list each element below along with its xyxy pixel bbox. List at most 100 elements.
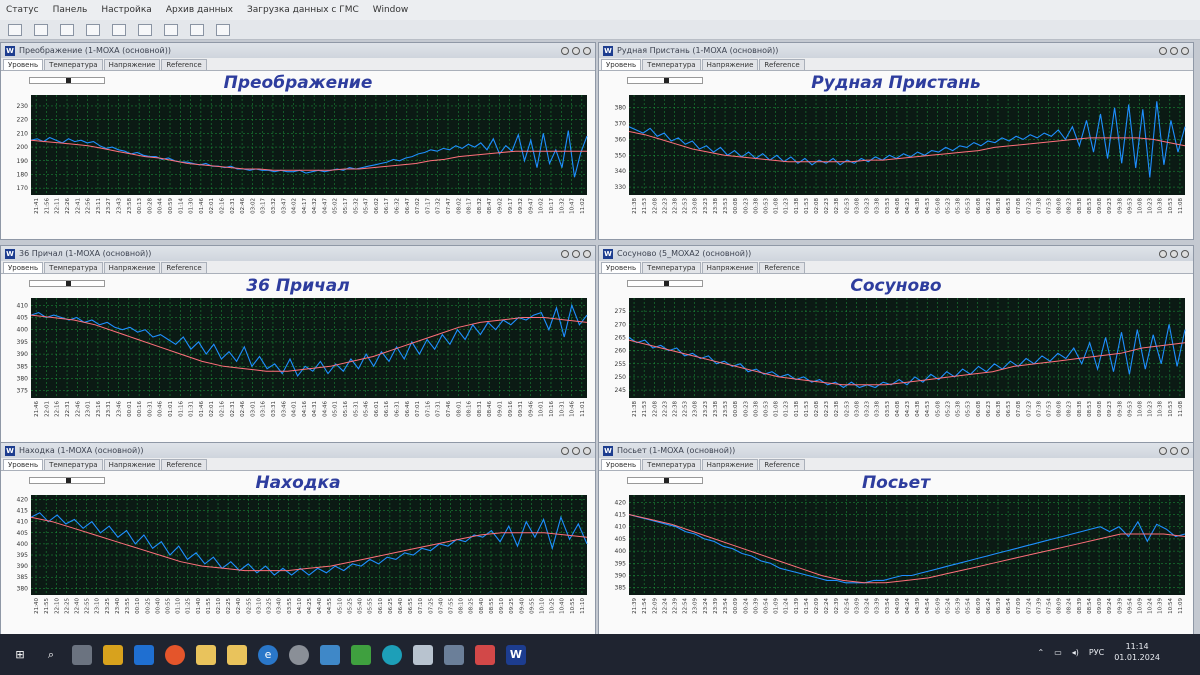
level-chart[interactable]: 21:46 22:01 22:16 22:31 22:46 23:01 23:16 23:31… [5, 298, 593, 442]
toolbar-window-icon[interactable] [34, 23, 48, 36]
app-icon[interactable] [475, 644, 495, 665]
station-window-prichal36[interactable]: W 36 Причал (1-MOXA (основной)) Уровень Тем… [0, 245, 596, 443]
close-icon[interactable] [583, 46, 591, 55]
tab-temperature[interactable]: Температура [642, 262, 701, 273]
tab-reference[interactable]: Reference [759, 262, 805, 273]
tab-level[interactable]: Уровень [601, 459, 642, 470]
restore-icon[interactable] [1170, 46, 1178, 55]
chevron-up-icon[interactable]: ⌃ [1037, 648, 1044, 657]
tab-voltage[interactable]: Напряжение [701, 459, 759, 470]
tab-level[interactable]: Уровень [3, 59, 44, 70]
window-titlebar[interactable]: W Преображение (1-MOXA (основной)) [1, 43, 595, 58]
tab-reference[interactable]: Reference [759, 459, 805, 470]
station-window-rudnaya[interactable]: W Рудная Пристань (1-MOXA (основной)) Уров… [598, 42, 1194, 240]
notes-icon[interactable] [196, 644, 216, 665]
tab-voltage[interactable]: Напряжение [701, 262, 759, 273]
app-icon[interactable] [320, 644, 340, 665]
menu-item-load-gms[interactable]: Загрузка данных с ГМС [247, 5, 359, 15]
level-chart[interactable]: 21:38 21:53 22:08 22:23 22:38 22:53 23:08 23:23… [603, 298, 1191, 442]
restore-icon[interactable] [572, 46, 580, 55]
restore-icon[interactable] [572, 446, 580, 455]
tab-voltage[interactable]: Напряжение [103, 459, 161, 470]
internet-explorer-icon[interactable]: e [258, 644, 278, 665]
tab-temperature[interactable]: Температура [44, 459, 103, 470]
tab-reference[interactable]: Reference [161, 262, 207, 273]
tab-temperature[interactable]: Температура [642, 459, 701, 470]
station-window-sosunovo[interactable]: W Сосуново (5_MOXA2 (основной)) Уровень Тем… [598, 245, 1194, 443]
toolbar-window-icon[interactable] [138, 23, 152, 36]
restore-icon[interactable] [1170, 446, 1178, 455]
tab-level[interactable]: Уровень [3, 262, 44, 273]
app-icon[interactable] [289, 644, 309, 665]
app-icon[interactable] [72, 644, 92, 665]
clock[interactable]: 11:14 01.01.2024 [1114, 641, 1160, 663]
close-icon[interactable] [1181, 249, 1189, 258]
window-titlebar[interactable]: W 36 Причал (1-MOXA (основной)) [1, 246, 595, 261]
x-tick-label: 09:55 [529, 598, 535, 614]
minimize-icon[interactable] [561, 249, 569, 258]
tab-voltage[interactable]: Напряжение [701, 59, 759, 70]
toolbar-window-icon[interactable] [112, 23, 126, 36]
restore-icon[interactable] [572, 249, 580, 258]
outlook-icon[interactable] [134, 644, 154, 665]
level-chart[interactable]: 21:40 21:55 22:10 22:25 22:40 22:55 23:10 23:25… [5, 495, 593, 639]
tab-temperature[interactable]: Температура [44, 262, 103, 273]
toolbar-window-icon[interactable] [86, 23, 100, 36]
close-icon[interactable] [583, 249, 591, 258]
minimize-icon[interactable] [1159, 46, 1167, 55]
tab-reference[interactable]: Reference [161, 59, 207, 70]
tab-voltage[interactable]: Напряжение [103, 59, 161, 70]
app-icon[interactable] [413, 644, 433, 665]
close-icon[interactable] [1181, 46, 1189, 55]
tab-temperature[interactable]: Температура [44, 59, 103, 70]
x-tick-label: 01:38 [794, 198, 800, 214]
app-icon[interactable] [103, 644, 123, 665]
minimize-icon[interactable] [561, 46, 569, 55]
menu-item-archive[interactable]: Архив данных [166, 5, 233, 15]
tab-temperature[interactable]: Температура [642, 59, 701, 70]
toolbar-new-icon[interactable] [8, 23, 22, 36]
w-app-icon[interactable]: W [506, 644, 526, 665]
tab-level[interactable]: Уровень [3, 459, 44, 470]
toolbar-window-icon[interactable] [190, 23, 204, 36]
tab-reference[interactable]: Reference [759, 59, 805, 70]
station-window-posyet[interactable]: W Посьет (1-MOXA (основной)) Уровень Темпер… [598, 442, 1194, 640]
tab-level[interactable]: Уровень [601, 262, 642, 273]
level-chart[interactable]: 21:39 21:54 22:09 22:24 22:39 22:54 23:09 23:24… [603, 495, 1191, 639]
network-icon[interactable]: ▭ [1054, 648, 1062, 657]
level-chart[interactable]: 21:38 21:53 22:08 22:23 22:38 22:53 23:08 23:23… [603, 95, 1191, 239]
edge-icon[interactable] [382, 644, 402, 665]
windows-start-icon[interactable]: ⊞ [10, 645, 30, 665]
menu-item-window[interactable]: Window [373, 5, 409, 15]
restore-icon[interactable] [1170, 249, 1178, 258]
close-icon[interactable] [1181, 446, 1189, 455]
station-window-nakhodka[interactable]: W Находка (1-MOXA (основной)) Уровень Темпе… [0, 442, 596, 640]
close-icon[interactable] [583, 446, 591, 455]
minimize-icon[interactable] [1159, 446, 1167, 455]
firefox-icon[interactable] [165, 644, 185, 665]
window-titlebar[interactable]: W Сосуново (5_MOXA2 (основной)) [599, 246, 1193, 261]
window-titlebar[interactable]: W Находка (1-MOXA (основной)) [1, 443, 595, 458]
app-icon[interactable] [444, 644, 464, 665]
toolbar-window-icon[interactable] [60, 23, 74, 36]
level-chart[interactable]: 21:41 21:56 22:11 22:26 22:41 22:56 23:11 23:27… [5, 95, 593, 239]
notes-icon[interactable] [227, 644, 247, 665]
tab-voltage[interactable]: Напряжение [103, 262, 161, 273]
tab-reference[interactable]: Reference [161, 459, 207, 470]
menu-item-panel[interactable]: Панель [53, 5, 88, 15]
menu-item-status[interactable]: Статус [6, 5, 39, 15]
tab-level[interactable]: Уровень [601, 59, 642, 70]
minimize-icon[interactable] [1159, 249, 1167, 258]
station-window-preobrazhenie[interactable]: W Преображение (1-MOXA (основной)) Уровень… [0, 42, 596, 240]
menu-item-settings[interactable]: Настройка [101, 5, 152, 15]
toolbar-window-icon[interactable] [216, 23, 230, 36]
toolbar-window-icon[interactable] [164, 23, 178, 36]
volume-icon[interactable]: ◂) [1072, 648, 1079, 657]
x-tick-label: 08:47 [487, 198, 493, 214]
search-icon[interactable]: ⌕ [41, 645, 61, 665]
language-indicator[interactable]: РУС [1089, 648, 1104, 657]
app-icon[interactable] [351, 644, 371, 665]
window-titlebar[interactable]: W Рудная Пристань (1-MOXA (основной)) [599, 43, 1193, 58]
minimize-icon[interactable] [561, 446, 569, 455]
window-titlebar[interactable]: W Посьет (1-MOXA (основной)) [599, 443, 1193, 458]
